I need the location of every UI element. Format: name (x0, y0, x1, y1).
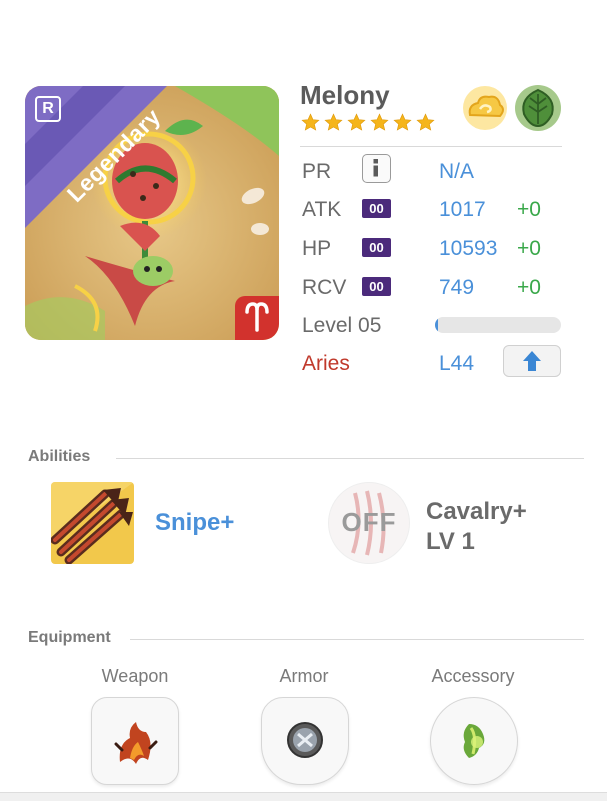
accessory-slot[interactable] (430, 697, 518, 785)
hp-bonus: +0 (517, 237, 541, 260)
equipment-divider (130, 639, 584, 640)
rarity-badge-icon: R (35, 96, 61, 122)
ability-off-label: OFF (341, 507, 397, 537)
armor-label: Armor (279, 666, 329, 686)
star-icon (416, 113, 435, 131)
cavalry-ability-title: Cavalry+ (426, 498, 527, 525)
zodiac-level: L44 (439, 352, 475, 375)
rarity-badge-label: R (42, 100, 54, 117)
snipe-ability-icon[interactable] (51, 482, 134, 564)
atk-bonus: +0 (517, 198, 541, 221)
aries-icon (235, 296, 279, 340)
flame-weapon-icon (114, 722, 158, 764)
monster-portrait[interactable]: Legendary R (25, 86, 279, 340)
star-icon (324, 113, 343, 131)
snipe-ability-name[interactable]: Snipe+ (155, 509, 234, 537)
info-icon[interactable] (362, 154, 391, 183)
leaf-accessory-icon (463, 724, 485, 758)
rcv-value: 749 (439, 276, 475, 299)
rcv-plus-badge: 00 (362, 277, 391, 296)
star-icon (347, 113, 366, 131)
cavalry-ability-level: LV 1 (426, 528, 475, 555)
light-element-icon (462, 85, 508, 131)
accessory-label: Accessory (431, 666, 515, 686)
abilities-divider (116, 458, 584, 459)
star-icon (370, 113, 389, 131)
rcv-bonus: +0 (517, 276, 541, 299)
up-arrow-icon (523, 351, 541, 371)
cavalry-ability-name[interactable]: Cavalry+ LV 1 (426, 497, 527, 557)
header-divider (300, 146, 562, 147)
atk-plus-badge: 00 (362, 199, 391, 218)
rcv-label: RCV (302, 276, 347, 299)
armor-slot[interactable] (261, 697, 349, 785)
pr-label: PR (302, 160, 332, 183)
hp-value: 10593 (439, 237, 498, 260)
cavalry-ability-icon[interactable]: OFF (328, 482, 410, 564)
level-progress-fill (435, 317, 438, 333)
abilities-title: Abilities (28, 448, 91, 465)
weapon-label: Weapon (101, 666, 169, 686)
atk-value: 1017 (439, 198, 486, 221)
level-label: Level 05 (302, 314, 382, 337)
atk-label: ATK (302, 198, 342, 221)
star-icon (393, 113, 412, 131)
armor-orb-icon (287, 722, 323, 758)
star-icon (301, 113, 320, 131)
equipment-title: Equipment (28, 629, 111, 646)
wood-element-icon (514, 84, 562, 132)
weapon-slot[interactable] (91, 697, 179, 785)
hp-plus-badge: 00 (362, 238, 391, 257)
star-rating (301, 113, 439, 137)
pr-value: N/A (439, 160, 475, 183)
level-progress-bar (435, 317, 561, 333)
zodiac-upgrade-button[interactable] (503, 345, 561, 377)
zodiac-label: Aries (302, 352, 350, 375)
hp-label: HP (302, 237, 332, 260)
monster-name: Melony (300, 80, 390, 110)
